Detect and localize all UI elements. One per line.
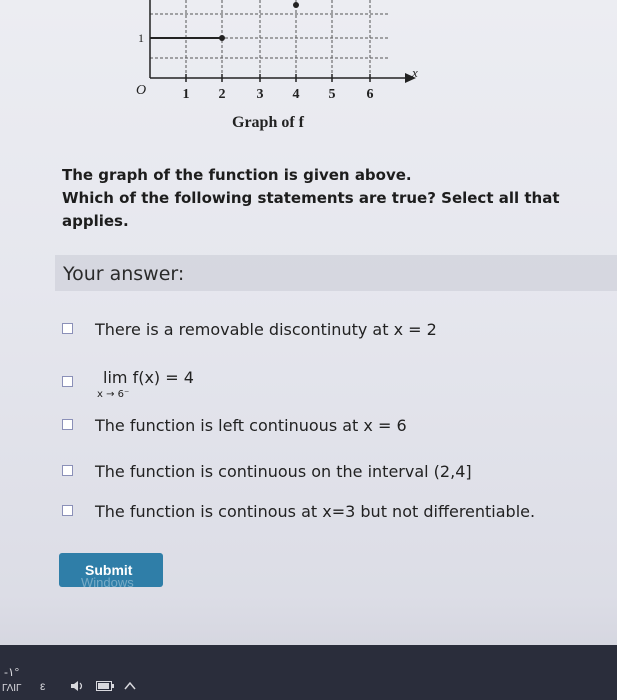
checkbox[interactable] [62, 419, 73, 430]
answer-header-label: Your answer: [63, 263, 185, 285]
x-axis-label: x [411, 65, 418, 80]
question-text: The graph of the function is given above… [62, 164, 617, 233]
x-tick-label: 6 [367, 87, 374, 102]
x-tick-label: 4 [293, 87, 300, 102]
option-text: The function is continuous on the interv… [95, 462, 472, 481]
submit-button[interactable]: Submit Windows [59, 553, 163, 590]
x-tick-label: 2 [219, 87, 226, 102]
taskbar: -۱° ΓΛΙΓ ε [0, 645, 617, 700]
checkbox[interactable] [62, 376, 73, 387]
option-text: The function is left continuous at x = 6 [95, 416, 407, 435]
option-3[interactable]: The function is left continuous at x = 6 [62, 416, 407, 435]
x-tick-label: 3 [257, 87, 264, 102]
option-4[interactable]: The function is continuous on the interv… [62, 462, 472, 481]
option-2[interactable]: lim f(x) = 4 x → 6⁻ [62, 368, 194, 400]
function-graph: 1 O x 1 2 3 4 5 6 Graph of f [136, 0, 418, 131]
battery-icon[interactable] [96, 681, 114, 691]
question-line-2: Which of the following statements are tr… [62, 189, 560, 230]
language-indicator[interactable]: ε [40, 679, 45, 693]
speaker-icon[interactable] [70, 679, 86, 693]
graph-point [219, 35, 225, 41]
checkbox[interactable] [62, 465, 73, 476]
x-tick-label: 5 [329, 87, 336, 102]
chevron-up-icon[interactable] [124, 681, 136, 691]
x-tick-label: 1 [183, 87, 190, 102]
option-5[interactable]: The function is continous at x=3 but not… [62, 502, 535, 521]
taskbar-weather: -۱° [4, 665, 20, 679]
answer-header: Your answer: [55, 255, 617, 291]
option-text: There is a removable discontinuty at x =… [95, 320, 437, 339]
origin-label: O [136, 83, 146, 98]
graph-caption: Graph of f [232, 114, 305, 131]
checkbox[interactable] [62, 323, 73, 334]
limit-expression: lim f(x) = 4 [103, 368, 194, 387]
question-line-1: The graph of the function is given above… [62, 166, 412, 184]
option-1[interactable]: There is a removable discontinuty at x =… [62, 320, 437, 339]
option-text: The function is continous at x=3 but not… [95, 502, 536, 521]
taskbar-date: ΓΛΙΓ [2, 683, 22, 694]
graph-point-top [293, 2, 299, 8]
checkbox[interactable] [62, 505, 73, 516]
y-tick-label: 1 [138, 31, 144, 45]
windows-watermark: Windows [81, 575, 134, 590]
limit-subscript: x → 6⁻ [97, 389, 130, 400]
